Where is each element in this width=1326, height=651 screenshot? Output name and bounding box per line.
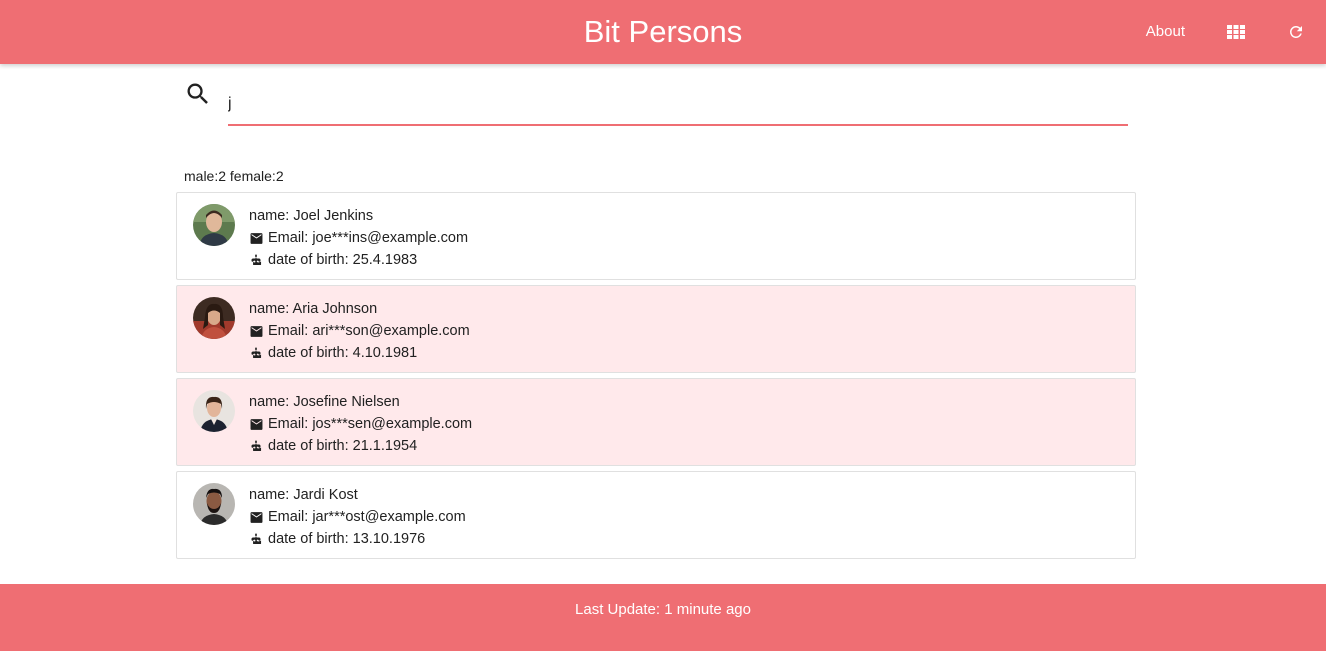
about-link[interactable]: About xyxy=(1146,0,1206,64)
top-navbar: Bit Persons About xyxy=(0,0,1326,64)
last-update-text: Last Update: 1 minute ago xyxy=(575,601,751,618)
person-card[interactable]: name: Aria Johnson Email: ari***son@exam… xyxy=(176,285,1136,373)
avatar xyxy=(193,204,235,246)
footer: Last Update: 1 minute ago xyxy=(0,584,1326,651)
person-email: Email: jos***sen@example.com xyxy=(268,416,473,432)
person-card[interactable]: name: Joel Jenkins Email: joe***ins@exam… xyxy=(176,192,1136,280)
person-name: name: Josefine Nielsen xyxy=(249,394,400,410)
person-info: name: Joel Jenkins Email: joe***ins@exam… xyxy=(249,205,468,271)
person-card[interactable]: name: Jardi Kost Email: jar***ost@exampl… xyxy=(176,471,1136,559)
person-name: name: Jardi Kost xyxy=(249,487,358,503)
grid-view-icon[interactable] xyxy=(1206,0,1266,64)
email-icon xyxy=(249,231,263,245)
person-email: Email: joe***ins@example.com xyxy=(268,230,469,246)
email-icon xyxy=(249,324,263,338)
person-name: name: Joel Jenkins xyxy=(249,208,374,224)
person-list: name: Joel Jenkins Email: joe***ins@exam… xyxy=(176,192,1136,564)
person-name: name: Aria Johnson xyxy=(249,301,378,317)
person-dob: date of birth: 21.1.1954 xyxy=(268,438,418,454)
refresh-icon[interactable] xyxy=(1266,0,1326,64)
cake-icon xyxy=(249,532,263,546)
nav-actions: About xyxy=(1146,0,1326,64)
person-info: name: Aria Johnson Email: ari***son@exam… xyxy=(249,298,470,364)
person-dob: date of birth: 13.10.1976 xyxy=(268,531,426,547)
person-card[interactable]: name: Josefine Nielsen Email: jos***sen@… xyxy=(176,378,1136,466)
search-bar xyxy=(176,64,1136,154)
email-icon xyxy=(249,417,263,431)
cake-icon xyxy=(249,439,263,453)
person-dob: date of birth: 25.4.1983 xyxy=(268,252,418,268)
app-title[interactable]: Bit Persons xyxy=(0,0,1326,64)
person-email: Email: ari***son@example.com xyxy=(268,323,470,339)
avatar xyxy=(193,297,235,339)
cake-icon xyxy=(249,346,263,360)
person-info: name: Josefine Nielsen Email: jos***sen@… xyxy=(249,391,472,457)
search-input[interactable] xyxy=(228,84,1128,126)
person-info: name: Jardi Kost Email: jar***ost@exampl… xyxy=(249,484,466,550)
email-icon xyxy=(249,510,263,524)
person-dob: date of birth: 4.10.1981 xyxy=(268,345,418,361)
avatar xyxy=(193,483,235,525)
search-icon xyxy=(184,80,212,108)
avatar xyxy=(193,390,235,432)
cake-icon xyxy=(249,253,263,267)
person-email: Email: jar***ost@example.com xyxy=(268,509,466,525)
gender-stats: male:2 female:2 xyxy=(184,168,284,184)
